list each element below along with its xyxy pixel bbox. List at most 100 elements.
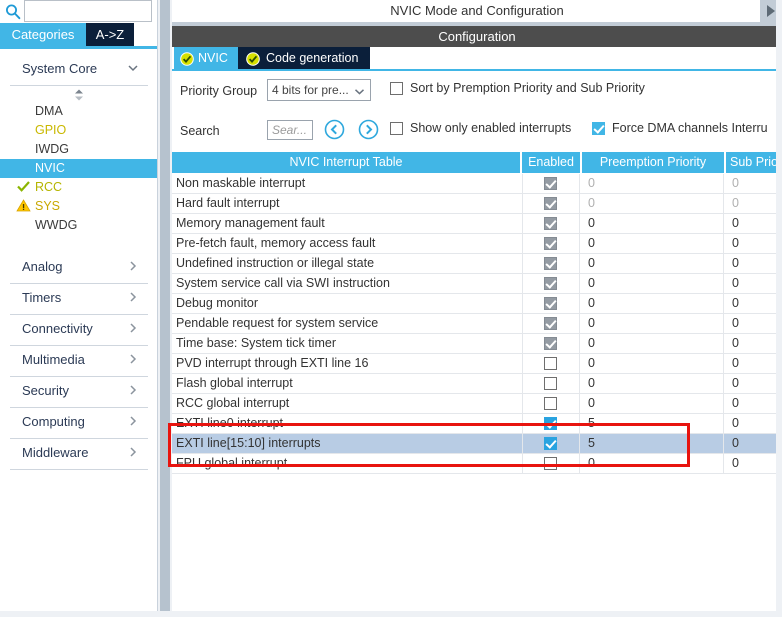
cell-enabled[interactable] (522, 354, 580, 373)
table-row[interactable]: Pre-fetch fault, memory access fault 0 0 (172, 234, 782, 254)
chevron-right-icon[interactable] (126, 290, 140, 304)
chevron-right-circle-icon[interactable] (358, 119, 379, 140)
cell-enabled[interactable] (522, 174, 580, 193)
cell-sub-priority[interactable]: 0 (726, 234, 782, 253)
sidebar-group-middleware[interactable]: Middleware (10, 439, 148, 469)
sidebar-group-connectivity[interactable]: Connectivity (10, 315, 148, 345)
chevron-right-icon[interactable] (126, 259, 140, 273)
sidebar-item-wwdg[interactable]: WWDG (0, 216, 157, 235)
cell-sub-priority[interactable]: 0 (726, 374, 782, 393)
table-row[interactable]: Flash global interrupt 0 0 (172, 374, 782, 394)
sidebar-group-timers[interactable]: Timers (10, 284, 148, 314)
checkbox-show-only-enabled[interactable]: Show only enabled interrupts (390, 121, 571, 135)
cell-preemption-priority[interactable]: 0 (582, 254, 724, 273)
cell-sub-priority[interactable]: 0 (726, 194, 782, 213)
table-row[interactable]: EXTI line[15:10] interrupts 5 0 (172, 434, 782, 454)
cell-enabled[interactable] (522, 414, 580, 433)
cell-enabled[interactable] (522, 214, 580, 233)
column-header-enabled[interactable]: Enabled (522, 152, 580, 173)
cell-sub-priority[interactable]: 0 (726, 414, 782, 433)
cell-preemption-priority[interactable]: 0 (582, 354, 724, 373)
column-header-preemption-priority[interactable]: Preemption Priority (582, 152, 724, 173)
cell-enabled[interactable] (522, 394, 580, 413)
sidebar-item-sys[interactable]: SYS (0, 197, 157, 216)
sidebar-scroll-indicator[interactable] (0, 86, 157, 102)
table-row[interactable]: FPU global interrupt 0 0 (172, 454, 782, 474)
table-row[interactable]: RCC global interrupt 0 0 (172, 394, 782, 414)
sidebar-search-input[interactable] (24, 0, 152, 22)
table-row[interactable]: System service call via SWI instruction 0… (172, 274, 782, 294)
cell-sub-priority[interactable]: 0 (726, 174, 782, 193)
cell-sub-priority[interactable]: 0 (726, 314, 782, 333)
sidebar-item-iwdg[interactable]: IWDG (0, 140, 157, 159)
table-row[interactable]: Non maskable interrupt 0 0 (172, 174, 782, 194)
cell-preemption-priority[interactable]: 0 (582, 174, 724, 193)
table-row[interactable]: EXTI line0 interrupt 5 0 (172, 414, 782, 434)
sidebar-item-rcc[interactable]: RCC (0, 178, 157, 197)
table-row[interactable]: Hard fault interrupt 0 0 (172, 194, 782, 214)
cell-preemption-priority[interactable]: 0 (582, 194, 724, 213)
table-row[interactable]: Pendable request for system service 0 0 (172, 314, 782, 334)
sidebar-group-analog[interactable]: Analog (10, 253, 148, 283)
search-input[interactable]: Sear... (267, 120, 313, 140)
cell-sub-priority[interactable]: 0 (726, 294, 782, 313)
sidebar-group-multimedia[interactable]: Multimedia (10, 346, 148, 376)
cell-sub-priority[interactable]: 0 (726, 454, 782, 473)
cell-sub-priority[interactable]: 0 (726, 354, 782, 373)
cell-enabled[interactable] (522, 254, 580, 273)
cell-enabled[interactable] (522, 294, 580, 313)
cell-enabled[interactable] (522, 234, 580, 253)
sidebar-item-dma[interactable]: DMA (0, 102, 157, 121)
chevron-right-icon[interactable] (126, 445, 140, 459)
cell-preemption-priority[interactable]: 0 (582, 314, 724, 333)
cell-enabled[interactable] (522, 374, 580, 393)
tab-nvic[interactable]: NVIC (174, 47, 238, 69)
column-header-sub-priority[interactable]: Sub Prio (726, 152, 782, 173)
sidebar-group-system-core[interactable]: System Core (10, 55, 148, 85)
cell-preemption-priority[interactable]: 0 (582, 234, 724, 253)
checkbox-sort-by-preemption[interactable]: Sort by Premption Priority and Sub Prior… (390, 81, 645, 95)
priority-group-select[interactable]: 4 bits for pre... (267, 79, 371, 101)
checkbox-force-dma-channels[interactable]: Force DMA channels Interru (592, 121, 768, 135)
sidebar-group-computing[interactable]: Computing (10, 408, 148, 438)
cell-preemption-priority[interactable]: 5 (582, 434, 724, 453)
cell-enabled[interactable] (522, 334, 580, 353)
cell-enabled[interactable] (522, 194, 580, 213)
cell-enabled[interactable] (522, 274, 580, 293)
cell-enabled[interactable] (522, 454, 580, 473)
table-row[interactable]: PVD interrupt through EXTI line 16 0 0 (172, 354, 782, 374)
cell-preemption-priority[interactable]: 0 (582, 274, 724, 293)
column-header-name[interactable]: NVIC Interrupt Table (172, 152, 520, 173)
sidebar-group-security[interactable]: Security (10, 377, 148, 407)
cell-preemption-priority[interactable]: 0 (582, 214, 724, 233)
sidebar-tab-categories[interactable]: Categories (0, 23, 86, 46)
tab-code-generation[interactable]: Code generation (238, 47, 371, 69)
chevron-right-icon[interactable] (126, 321, 140, 335)
table-row[interactable]: Memory management fault 0 0 (172, 214, 782, 234)
cell-sub-priority[interactable]: 0 (726, 274, 782, 293)
chevron-right-icon[interactable] (126, 352, 140, 366)
chevron-left-circle-icon[interactable] (324, 119, 345, 140)
cell-preemption-priority[interactable]: 5 (582, 414, 724, 433)
chevron-right-icon[interactable] (126, 414, 140, 428)
cell-sub-priority[interactable]: 0 (726, 214, 782, 233)
splitter-handle[interactable] (160, 0, 170, 617)
cell-sub-priority[interactable]: 0 (726, 394, 782, 413)
cell-preemption-priority[interactable]: 0 (582, 334, 724, 353)
cell-enabled[interactable] (522, 434, 580, 453)
cell-preemption-priority[interactable]: 0 (582, 454, 724, 473)
chevron-down-icon[interactable] (126, 61, 140, 75)
chevron-right-icon[interactable] (126, 383, 140, 397)
table-row[interactable]: Time base: System tick timer 0 0 (172, 334, 782, 354)
cell-sub-priority[interactable]: 0 (726, 334, 782, 353)
sidebar-item-gpio[interactable]: GPIO (0, 121, 157, 140)
cell-enabled[interactable] (522, 314, 580, 333)
cell-preemption-priority[interactable]: 0 (582, 294, 724, 313)
sidebar-item-nvic[interactable]: NVIC (0, 159, 157, 178)
cell-sub-priority[interactable]: 0 (726, 434, 782, 453)
cell-preemption-priority[interactable]: 0 (582, 394, 724, 413)
cell-sub-priority[interactable]: 0 (726, 254, 782, 273)
table-row[interactable]: Undefined instruction or illegal state 0 0 (172, 254, 782, 274)
sidebar-tab-az[interactable]: A->Z (86, 23, 134, 46)
cell-preemption-priority[interactable]: 0 (582, 374, 724, 393)
